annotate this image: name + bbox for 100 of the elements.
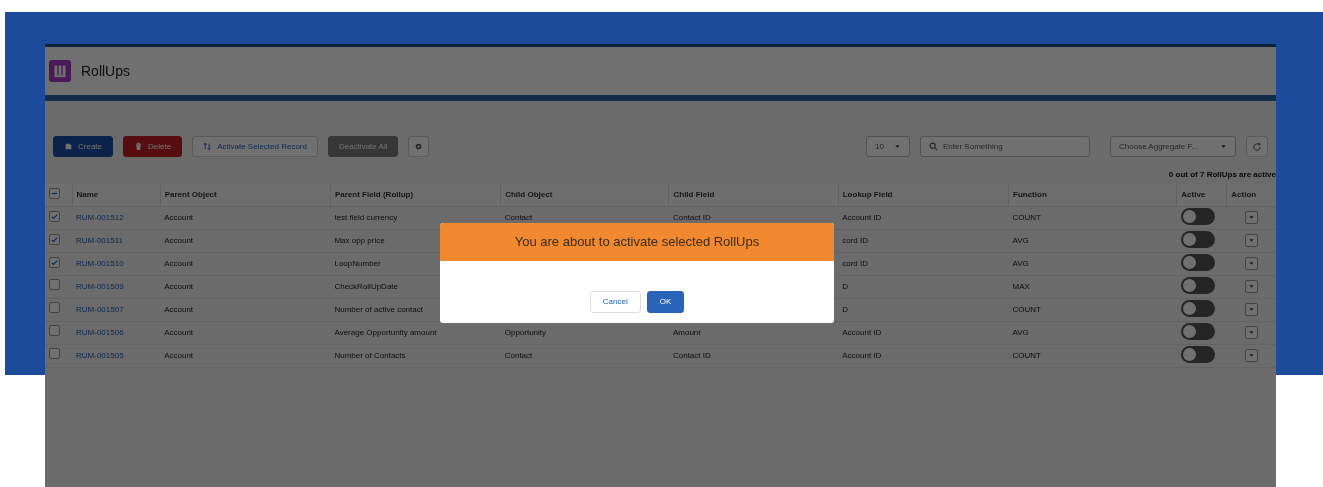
record-link[interactable]: RUM-001506 xyxy=(76,327,124,337)
caret-icon xyxy=(1247,282,1255,290)
active-toggle[interactable] xyxy=(1180,346,1215,363)
column-header: Parent Field (Rollup) xyxy=(330,184,501,206)
dialog-title: You are about to activate selected RollUps xyxy=(440,223,834,261)
table-cell: COUNT xyxy=(1012,212,1041,222)
record-link[interactable]: RUM-001505 xyxy=(76,350,124,360)
table-cell: Account xyxy=(164,212,194,222)
table-cell: Amount xyxy=(672,327,701,337)
caret-icon xyxy=(1220,143,1227,150)
table-cell: AVG xyxy=(1012,235,1029,245)
caret-icon xyxy=(1247,236,1255,244)
row-checkbox[interactable] xyxy=(49,233,60,245)
row-action-menu[interactable] xyxy=(1244,325,1258,339)
table-cell: test field currency xyxy=(334,212,398,222)
row-checkbox[interactable] xyxy=(49,256,60,268)
table-cell: Opportunity xyxy=(504,327,547,337)
record-link[interactable]: RUM-001509 xyxy=(76,281,124,291)
caret-icon xyxy=(1247,328,1255,336)
active-toggle[interactable] xyxy=(1180,254,1215,271)
table-cell: D xyxy=(842,281,848,291)
row-action-menu[interactable] xyxy=(1244,302,1258,316)
table-cell: cord ID xyxy=(842,235,869,245)
table-cell: Contact ID xyxy=(672,350,711,360)
app-icon xyxy=(49,60,71,82)
checkmark-icon xyxy=(50,234,59,244)
column-header: Function xyxy=(1008,184,1177,206)
table-cell: Contact xyxy=(504,350,533,360)
table-cell: Account ID xyxy=(842,327,882,337)
table-cell: AVG xyxy=(1012,258,1029,268)
table-cell: Account xyxy=(164,327,194,337)
active-toggle[interactable] xyxy=(1180,277,1215,294)
column-header: Action xyxy=(1226,184,1276,206)
column-header: Name xyxy=(72,184,161,206)
table-cell: Contact xyxy=(504,212,533,222)
table-cell: AVG xyxy=(1012,327,1029,337)
row-checkbox[interactable] xyxy=(49,325,60,336)
column-header: Active xyxy=(1176,184,1227,206)
row-action-menu[interactable] xyxy=(1244,348,1258,362)
column-header: Child Field xyxy=(668,184,839,206)
cancel-button[interactable]: Cancel xyxy=(589,291,641,313)
table-cell: LoopNumber xyxy=(334,258,381,268)
record-link[interactable]: RUM-001507 xyxy=(76,304,124,314)
caret-icon xyxy=(1247,259,1255,267)
table-cell: Average Opportunity amount xyxy=(334,327,437,337)
active-toggle[interactable] xyxy=(1180,231,1215,248)
row-action-menu[interactable] xyxy=(1244,233,1258,247)
row-checkbox[interactable] xyxy=(49,348,60,359)
record-link[interactable]: RUM-001512 xyxy=(76,212,124,222)
row-checkbox[interactable] xyxy=(49,279,60,290)
row-action-menu[interactable] xyxy=(1244,256,1258,270)
caret-icon xyxy=(1247,213,1255,221)
row-action-menu[interactable] xyxy=(1244,210,1258,224)
record-link[interactable]: RUM-001511 xyxy=(76,235,123,245)
checkmark-icon xyxy=(50,257,59,267)
checkmark-icon xyxy=(50,211,59,221)
row-checkbox[interactable] xyxy=(49,210,60,222)
select-all-checkbox[interactable] xyxy=(49,187,60,199)
table-cell: Number of Contacts xyxy=(334,350,406,360)
sort-arrows-icon xyxy=(203,142,213,151)
app-title: RollUps xyxy=(81,61,130,81)
table-cell: Account xyxy=(164,235,194,245)
search-input[interactable]: Enter Something xyxy=(943,140,1081,153)
caret-icon xyxy=(1247,351,1255,359)
column-header: Parent Object xyxy=(160,184,331,206)
refresh-button[interactable] xyxy=(1246,136,1268,157)
ok-button[interactable]: OK xyxy=(646,291,685,313)
activate-button[interactable]: Activate Selected Record xyxy=(192,136,318,157)
table-cell: Account ID xyxy=(842,212,882,222)
active-toggle[interactable] xyxy=(1180,300,1215,317)
table-cell: Contact ID xyxy=(672,212,711,222)
settings-button[interactable] xyxy=(408,136,430,157)
table-cell: D xyxy=(842,304,848,314)
search-icon xyxy=(929,142,938,151)
settings-icon xyxy=(414,142,424,151)
column-header: Lookup Field xyxy=(838,184,1009,206)
aggregate-select[interactable]: Choose Aggregate F... xyxy=(1110,136,1236,157)
delete-button[interactable]: Delete xyxy=(123,136,183,157)
table-cell: Account xyxy=(164,350,194,360)
table-cell: Number of active contact xyxy=(334,304,423,314)
column-header: Child Object xyxy=(500,184,669,206)
record-link[interactable]: RUM-001510 xyxy=(76,258,124,268)
create-button[interactable]: Create xyxy=(53,136,113,157)
table-cell: CheckRollUpDate xyxy=(334,281,399,291)
row-checkbox[interactable] xyxy=(49,302,60,313)
table-cell: COUNT xyxy=(1012,350,1041,360)
active-toggle[interactable] xyxy=(1180,208,1215,225)
page-size-select[interactable]: 10 xyxy=(866,136,910,157)
table-cell: Account xyxy=(164,258,194,268)
caret-icon xyxy=(1247,305,1255,313)
table-cell: Account ID xyxy=(842,350,882,360)
active-count: 0 out of 7 RollUps are active xyxy=(1167,169,1276,181)
trash-icon xyxy=(134,142,143,151)
caret-icon xyxy=(894,143,901,150)
active-toggle[interactable] xyxy=(1180,323,1215,340)
table-cell: COUNT xyxy=(1012,304,1041,314)
document-icon xyxy=(64,142,73,151)
row-action-menu[interactable] xyxy=(1244,279,1258,293)
table-cell: MAX xyxy=(1012,281,1030,291)
search-field[interactable]: Enter Something xyxy=(920,136,1090,157)
